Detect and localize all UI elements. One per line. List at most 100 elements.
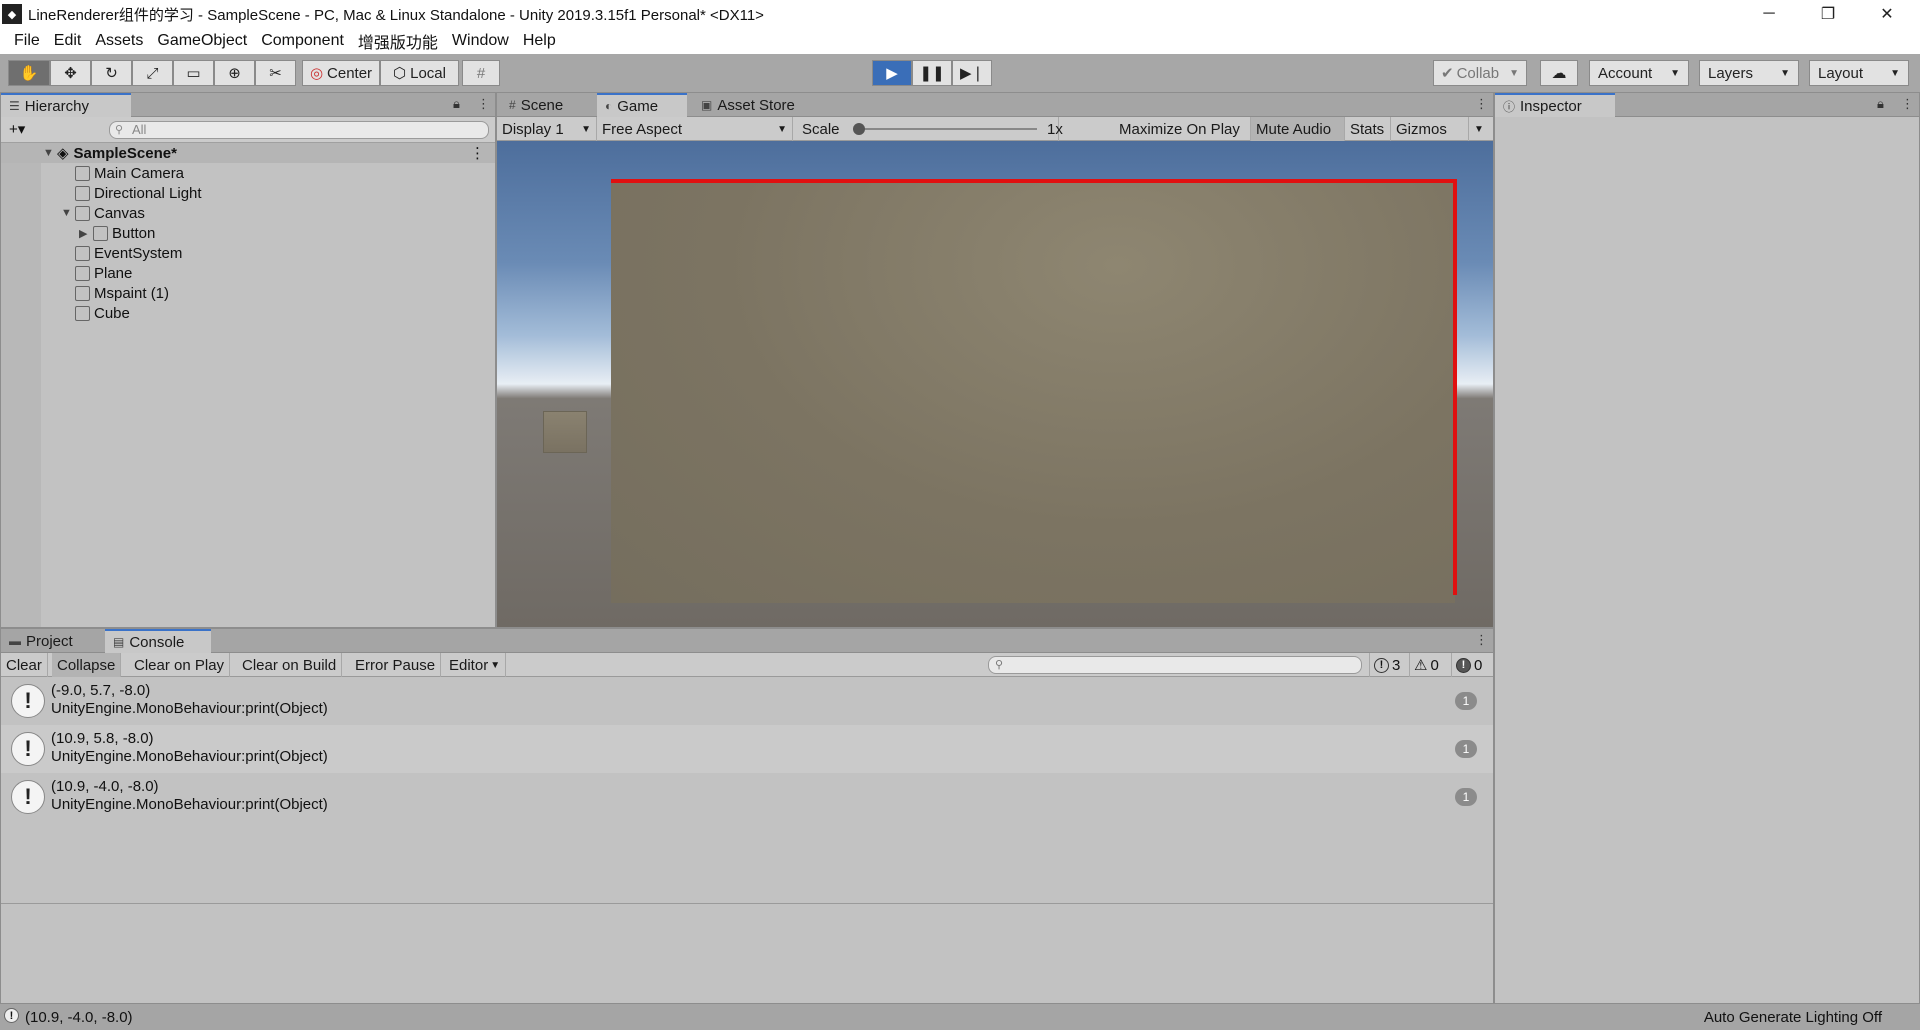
tab-game[interactable]: ◐ Game [597, 93, 687, 117]
inspector-panel: ⓘ Inspector 🔒︎ ⋮ [1494, 92, 1920, 1004]
status-lighting[interactable]: Auto Generate Lighting Off [1704, 1009, 1882, 1026]
hierarchy-item[interactable]: Directional Light [1, 183, 495, 203]
tab-project-label: Project [26, 632, 73, 650]
check-icon: ✔ [1440, 65, 1454, 82]
tab-console[interactable]: ▤ Console [105, 629, 211, 653]
kebab-menu-icon[interactable]: ⋮ [1475, 96, 1488, 112]
layers-dropdown[interactable]: Layers ▼ [1699, 60, 1799, 86]
error-filter-toggle[interactable]: ! 0 [1451, 653, 1486, 677]
menu-edit[interactable]: Edit [47, 32, 89, 50]
rotate-tool-icon[interactable]: ↻ [91, 60, 132, 86]
lock-icon[interactable]: 🔒︎ [1877, 96, 1884, 112]
clear-on-build-toggle[interactable]: Clear on Build [237, 653, 343, 677]
lock-icon[interactable]: 🔒︎ [453, 96, 460, 112]
scene-row[interactable]: ▼ ◈ SampleScene* ⋮ [1, 143, 495, 163]
collab-button[interactable]: ✔ Collab ▼ [1433, 60, 1527, 86]
warning-filter-toggle[interactable]: ⚠ 0 [1409, 653, 1443, 677]
error-pause-toggle[interactable]: Error Pause [350, 653, 442, 677]
menu-file[interactable]: File [7, 32, 47, 50]
cloud-icon[interactable]: ☁ [1540, 60, 1578, 86]
game-viewport[interactable] [497, 141, 1493, 627]
tab-asset-store[interactable]: ▣ Asset Store [693, 93, 813, 117]
menu-window[interactable]: Window [445, 32, 516, 50]
custom-tool-icon[interactable]: ✂ [255, 60, 296, 86]
scale-slider-handle[interactable] [853, 123, 865, 135]
display-dropdown[interactable]: Display 1 ▼ [497, 117, 597, 141]
console-search-input[interactable]: ⚲ [988, 656, 1362, 674]
inspector-tabstrip: ⓘ Inspector 🔒︎ ⋮ [1495, 93, 1919, 117]
bottom-tabstrip: ▬ Project ▤ Console ⋮ [1, 629, 1493, 653]
menu-help[interactable]: Help [516, 32, 563, 50]
menu-enhanced[interactable]: 增强版功能 [351, 29, 445, 53]
console-entry[interactable]: ! (-9.0, 5.7, -8.0) UnityEngine.MonoBeha… [1, 677, 1493, 725]
collab-label: Collab [1456, 64, 1500, 82]
hand-tool-icon[interactable]: ✋ [8, 60, 50, 86]
kebab-menu-icon[interactable]: ⋮ [477, 96, 490, 112]
gizmos-toggle[interactable]: Gizmos [1391, 117, 1469, 141]
mute-audio-toggle[interactable]: Mute Audio [1251, 117, 1345, 141]
play-button[interactable]: ▶ [872, 60, 912, 86]
hierarchy-item[interactable]: EventSystem [1, 243, 495, 263]
pivot-center-label: Center [327, 64, 373, 82]
console-detail-divider[interactable] [1, 903, 1493, 904]
kebab-menu-icon[interactable]: ⋮ [1901, 96, 1914, 112]
scale-slider-track[interactable] [857, 128, 1037, 130]
layout-dropdown[interactable]: Layout ▼ [1809, 60, 1909, 86]
create-button[interactable]: +▾ [9, 120, 25, 138]
hierarchy-item[interactable]: Mspaint (1) [1, 283, 495, 303]
clear-on-play-toggle[interactable]: Clear on Play [129, 653, 231, 677]
collapse-toggle[interactable]: Collapse [52, 653, 122, 677]
hierarchy-item[interactable]: ▼ Canvas [1, 203, 495, 223]
rect-tool-icon[interactable]: ▭ [173, 60, 214, 86]
account-dropdown[interactable]: Account ▼ [1589, 60, 1689, 86]
hierarchy-search-input[interactable]: ⚲ All [109, 121, 489, 139]
menu-assets[interactable]: Assets [88, 32, 150, 50]
collapse-arrow-icon[interactable]: ▶ [79, 227, 93, 240]
layout-label: Layout [1818, 64, 1864, 82]
grid-snap-icon[interactable]: # [462, 60, 500, 86]
chevron-down-icon: ▼ [777, 123, 787, 135]
transform-tool-icon[interactable]: ⊕ [214, 60, 255, 86]
pause-button[interactable]: ❚❚ [912, 60, 952, 86]
tab-inspector[interactable]: ⓘ Inspector [1495, 93, 1615, 117]
step-button[interactable]: ▶❘ [952, 60, 992, 86]
maximize-on-play-toggle[interactable]: Maximize On Play [1114, 117, 1251, 141]
stats-toggle[interactable]: Stats [1345, 117, 1391, 141]
console-entry[interactable]: ! (10.9, 5.8, -8.0) UnityEngine.MonoBeha… [1, 725, 1493, 773]
aspect-dropdown[interactable]: Free Aspect ▼ [597, 117, 793, 141]
hierarchy-item[interactable]: Plane [1, 263, 495, 283]
console-entry-count: 1 [1455, 692, 1477, 710]
console-entry[interactable]: ! (10.9, -4.0, -8.0) UnityEngine.MonoBeh… [1, 773, 1493, 821]
tab-project[interactable]: ▬ Project [1, 629, 105, 653]
menu-gameobject[interactable]: GameObject [150, 32, 254, 50]
maximize-button[interactable]: ❐ [1799, 0, 1857, 28]
hierarchy-item-label: EventSystem [94, 244, 183, 262]
hierarchy-item[interactable]: ▶ Button [1, 223, 495, 243]
clear-on-play-label: Clear on Play [134, 656, 225, 674]
expand-arrow-icon[interactable]: ▼ [61, 207, 75, 219]
hierarchy-item[interactable]: Main Camera [1, 163, 495, 183]
console-entry-stack: UnityEngine.MonoBehaviour:print(Object) [51, 796, 328, 813]
expand-arrow-icon[interactable]: ▼ [43, 147, 57, 159]
tab-scene[interactable]: # Scene [501, 93, 591, 117]
move-tool-icon[interactable]: ✥ [50, 60, 91, 86]
scale-tool-icon[interactable]: ⤢ [132, 60, 173, 86]
pivot-local-button[interactable]: ⬡ Local [380, 60, 459, 86]
log-filter-toggle[interactable]: ! 3 [1369, 653, 1404, 677]
clear-button[interactable]: Clear [1, 653, 48, 677]
pivot-center-button[interactable]: ◎ Center [302, 60, 380, 86]
chevron-down-icon[interactable]: ▼ [1469, 117, 1493, 141]
tab-hierarchy[interactable]: ☰ Hierarchy [1, 93, 131, 117]
hierarchy-item[interactable]: Cube [1, 303, 495, 323]
chevron-down-icon: ▼ [490, 659, 501, 671]
pivot-local-label: Local [410, 64, 446, 82]
menu-component[interactable]: Component [254, 32, 351, 50]
close-button[interactable]: ✕ [1858, 0, 1916, 28]
minimize-button[interactable]: ─ [1740, 0, 1798, 28]
aspect-label: Free Aspect [602, 120, 683, 138]
kebab-menu-icon[interactable]: ⋮ [470, 144, 485, 162]
status-last-log[interactable]: (10.9, -4.0, -8.0) [25, 1009, 133, 1026]
layers-label: Layers [1708, 64, 1754, 82]
kebab-menu-icon[interactable]: ⋮ [1475, 632, 1488, 648]
editor-dropdown[interactable]: Editor ▼ [444, 653, 507, 677]
